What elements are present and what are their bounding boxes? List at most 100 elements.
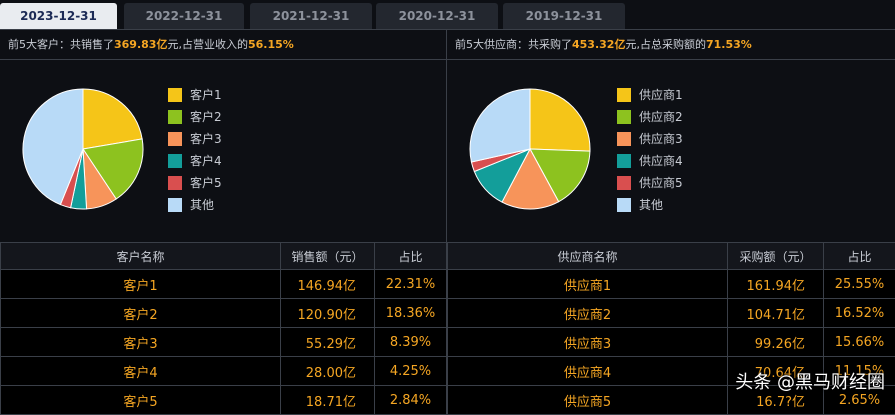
legend-item: 其他 xyxy=(168,194,222,216)
cell-name: 客户2 xyxy=(1,299,281,328)
cell-name: 客户4 xyxy=(1,357,281,386)
cell-amount: 55.29亿 xyxy=(281,328,375,357)
tab-2023-12-31[interactable]: 2023-12-31 xyxy=(0,3,117,30)
cell-share: 25.55% xyxy=(824,270,895,299)
legend-swatch xyxy=(617,198,631,212)
table-header-row: 客户名称 销售额（元） 占比 xyxy=(1,243,447,270)
column-header-name: 客户名称 xyxy=(1,243,281,270)
legend-item: 其他 xyxy=(617,194,683,216)
table-row[interactable]: 客户355.29亿8.39% xyxy=(1,328,447,357)
legend-item: 供应商2 xyxy=(617,106,683,128)
summary-amount: 369.83亿 xyxy=(114,38,167,51)
legend-item: 客户2 xyxy=(168,106,222,128)
customers-summary: 前5大客户：共销售了369.83亿元,占营业收入的56.15% xyxy=(0,30,446,60)
table-row[interactable]: 客户2120.90亿18.36% xyxy=(1,299,447,328)
tab-2021-12-31[interactable]: 2021-12-31 xyxy=(250,3,372,30)
table-row[interactable]: 客户1146.94亿22.31% xyxy=(1,270,447,299)
cell-share: 18.36% xyxy=(375,299,447,328)
pie-slice xyxy=(530,89,590,151)
table-row[interactable]: 客户518.71亿2.84% xyxy=(1,386,447,415)
summary-middle: 元,占总采购额的 xyxy=(625,38,706,51)
cell-share: 22.31% xyxy=(375,270,447,299)
suppliers-legend: 供应商1 供应商2 供应商3 供应商4 供应商5 其他 xyxy=(617,84,683,216)
legend-label: 客户2 xyxy=(190,106,222,128)
summary-prefix: 前5大供应商：共采购了 xyxy=(455,38,572,51)
legend-label: 客户4 xyxy=(190,150,222,172)
legend-swatch xyxy=(168,176,182,190)
legend-swatch xyxy=(168,132,182,146)
column-header-name: 供应商名称 xyxy=(448,243,728,270)
column-header-share: 占比 xyxy=(824,243,895,270)
cell-amount: 99.26亿 xyxy=(728,328,824,357)
table-row[interactable]: 供应商2104.71亿16.52% xyxy=(448,299,895,328)
summary-middle: 元,占营业收入的 xyxy=(167,38,248,51)
tab-2022-12-31[interactable]: 2022-12-31 xyxy=(124,3,244,30)
legend-item: 供应商1 xyxy=(617,84,683,106)
summary-prefix: 前5大客户：共销售了 xyxy=(8,38,114,51)
customers-table: 客户名称 销售额（元） 占比 客户1146.94亿22.31% 客户2120.9… xyxy=(0,242,447,415)
suppliers-summary: 前5大供应商：共采购了453.32亿元,占总采购额的71.53% xyxy=(447,30,895,60)
legend-swatch xyxy=(617,110,631,124)
legend-item: 客户5 xyxy=(168,172,222,194)
legend-label: 供应商1 xyxy=(639,84,683,106)
legend-swatch xyxy=(168,110,182,124)
cell-name: 供应商3 xyxy=(448,328,728,357)
cell-name: 供应商2 xyxy=(448,299,728,328)
legend-swatch xyxy=(168,154,182,168)
legend-item: 供应商3 xyxy=(617,128,683,150)
legend-label: 供应商4 xyxy=(639,150,683,172)
column-header-amount: 销售额（元） xyxy=(281,243,375,270)
legend-label: 供应商2 xyxy=(639,106,683,128)
cell-amount: 104.71亿 xyxy=(728,299,824,328)
watermark: 头条 @黑马财经圈 xyxy=(735,368,885,394)
legend-label: 供应商3 xyxy=(639,128,683,150)
cell-name: 客户1 xyxy=(1,270,281,299)
period-tabs: 2023-12-31 2022-12-31 2021-12-31 2020-12… xyxy=(0,0,895,30)
cell-name: 供应商5 xyxy=(448,386,728,415)
cell-share: 8.39% xyxy=(375,328,447,357)
cell-amount: 18.71亿 xyxy=(281,386,375,415)
table-header-row: 供应商名称 采购额（元） 占比 xyxy=(448,243,895,270)
summary-percent: 56.15% xyxy=(248,38,294,51)
summary-amount: 453.32亿 xyxy=(572,38,625,51)
summary-percent: 71.53% xyxy=(706,38,752,51)
column-header-amount: 采购额（元） xyxy=(728,243,824,270)
table-row[interactable]: 供应商1161.94亿25.55% xyxy=(448,270,895,299)
legend-swatch xyxy=(168,198,182,212)
cell-name: 供应商4 xyxy=(448,357,728,386)
customers-pie-chart xyxy=(20,86,146,212)
legend-item: 供应商5 xyxy=(617,172,683,194)
cell-amount: 28.00亿 xyxy=(281,357,375,386)
tab-2019-12-31[interactable]: 2019-12-31 xyxy=(503,3,625,30)
table-row[interactable]: 客户428.00亿4.25% xyxy=(1,357,447,386)
top-customers-panel: 前5大客户：共销售了369.83亿元,占营业收入的56.15% 客户1 客户2 … xyxy=(0,30,446,410)
cell-name: 客户3 xyxy=(1,328,281,357)
legend-item: 客户3 xyxy=(168,128,222,150)
table-row[interactable]: 供应商399.26亿15.66% xyxy=(448,328,895,357)
legend-swatch xyxy=(168,88,182,102)
pie-slice xyxy=(470,89,530,162)
tab-2020-12-31[interactable]: 2020-12-31 xyxy=(376,3,498,30)
legend-item: 客户4 xyxy=(168,150,222,172)
legend-label: 其他 xyxy=(190,194,214,216)
legend-swatch xyxy=(617,132,631,146)
cell-amount: 120.90亿 xyxy=(281,299,375,328)
cell-share: 15.66% xyxy=(824,328,895,357)
cell-amount: 161.94亿 xyxy=(728,270,824,299)
cell-name: 供应商1 xyxy=(448,270,728,299)
top-suppliers-panel: 前5大供应商：共采购了453.32亿元,占总采购额的71.53% 供应商1 供应… xyxy=(447,30,895,410)
legend-swatch xyxy=(617,88,631,102)
cell-share: 16.52% xyxy=(824,299,895,328)
cell-share: 4.25% xyxy=(375,357,447,386)
customers-legend: 客户1 客户2 客户3 客户4 客户5 其他 xyxy=(168,84,222,216)
legend-swatch xyxy=(617,154,631,168)
legend-item: 客户1 xyxy=(168,84,222,106)
cell-name: 客户5 xyxy=(1,386,281,415)
legend-item: 供应商4 xyxy=(617,150,683,172)
suppliers-pie-chart xyxy=(467,86,593,212)
legend-label: 其他 xyxy=(639,194,663,216)
legend-label: 供应商5 xyxy=(639,172,683,194)
cell-amount: 146.94亿 xyxy=(281,270,375,299)
legend-swatch xyxy=(617,176,631,190)
column-header-share: 占比 xyxy=(375,243,447,270)
